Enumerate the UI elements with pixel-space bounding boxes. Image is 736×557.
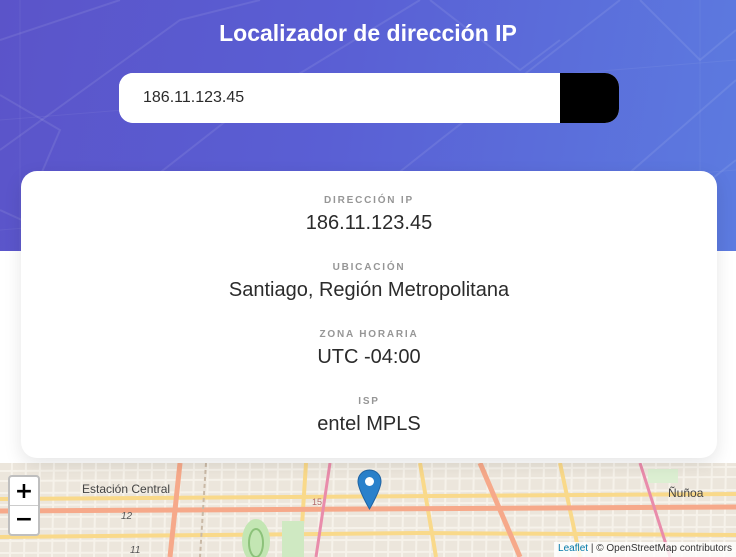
timezone-label: ZONA HORARIA: [319, 329, 419, 340]
ip-address-value: 186.11.123.45: [305, 212, 433, 234]
osm-attribution: © OpenStreetMap contributors: [596, 543, 732, 554]
location-label: UBICACIÓN: [332, 262, 406, 273]
map-marker-icon[interactable]: [357, 469, 382, 510]
leaflet-link[interactable]: Leaflet: [558, 543, 588, 554]
map-label-nunoa: Ñuñoa: [668, 486, 704, 500]
map-label-15: 15: [312, 497, 322, 507]
map-zoom-control: + −: [8, 475, 40, 536]
isp-value: entel MPLS: [317, 413, 421, 435]
map-label-11: 11: [130, 545, 140, 556]
zoom-in-button[interactable]: +: [10, 477, 38, 505]
ip-address-label: DIRECCIÓN IP: [324, 195, 414, 206]
location-field: UBICACIÓN Santiago, Región Metropolitana: [21, 262, 717, 302]
ip-search-bar: [119, 73, 619, 123]
ip-address-field: DIRECCIÓN IP 186.11.123.45: [21, 195, 717, 235]
page-title: Localizador de dirección IP: [219, 20, 517, 46]
search-submit-button[interactable]: [121, 73, 619, 123]
ip-info-card: DIRECCIÓN IP 186.11.123.45 UBICACIÓN San…: [21, 171, 717, 458]
timezone-value: UTC -04:00: [317, 346, 421, 368]
location-value: Santiago, Región Metropolitana: [228, 279, 510, 301]
zoom-out-button[interactable]: −: [10, 505, 38, 533]
chevron-right-icon: [121, 73, 131, 89]
attribution-separator: |: [590, 543, 594, 554]
map-label-estacion-central: Estación Central: [82, 482, 170, 496]
timezone-field: ZONA HORARIA UTC -04:00: [21, 329, 717, 369]
map-label-12: 12: [121, 511, 133, 522]
ip-tracker-page: Localizador de dirección IP 186.11.123.4…: [0, 0, 736, 557]
map-attribution: Leaflet | © OpenStreetMap contributors: [554, 542, 736, 557]
ip-search-input[interactable]: [119, 73, 560, 123]
isp-label: ISP: [358, 396, 380, 407]
isp-field: ISP entel MPLS: [21, 396, 717, 436]
